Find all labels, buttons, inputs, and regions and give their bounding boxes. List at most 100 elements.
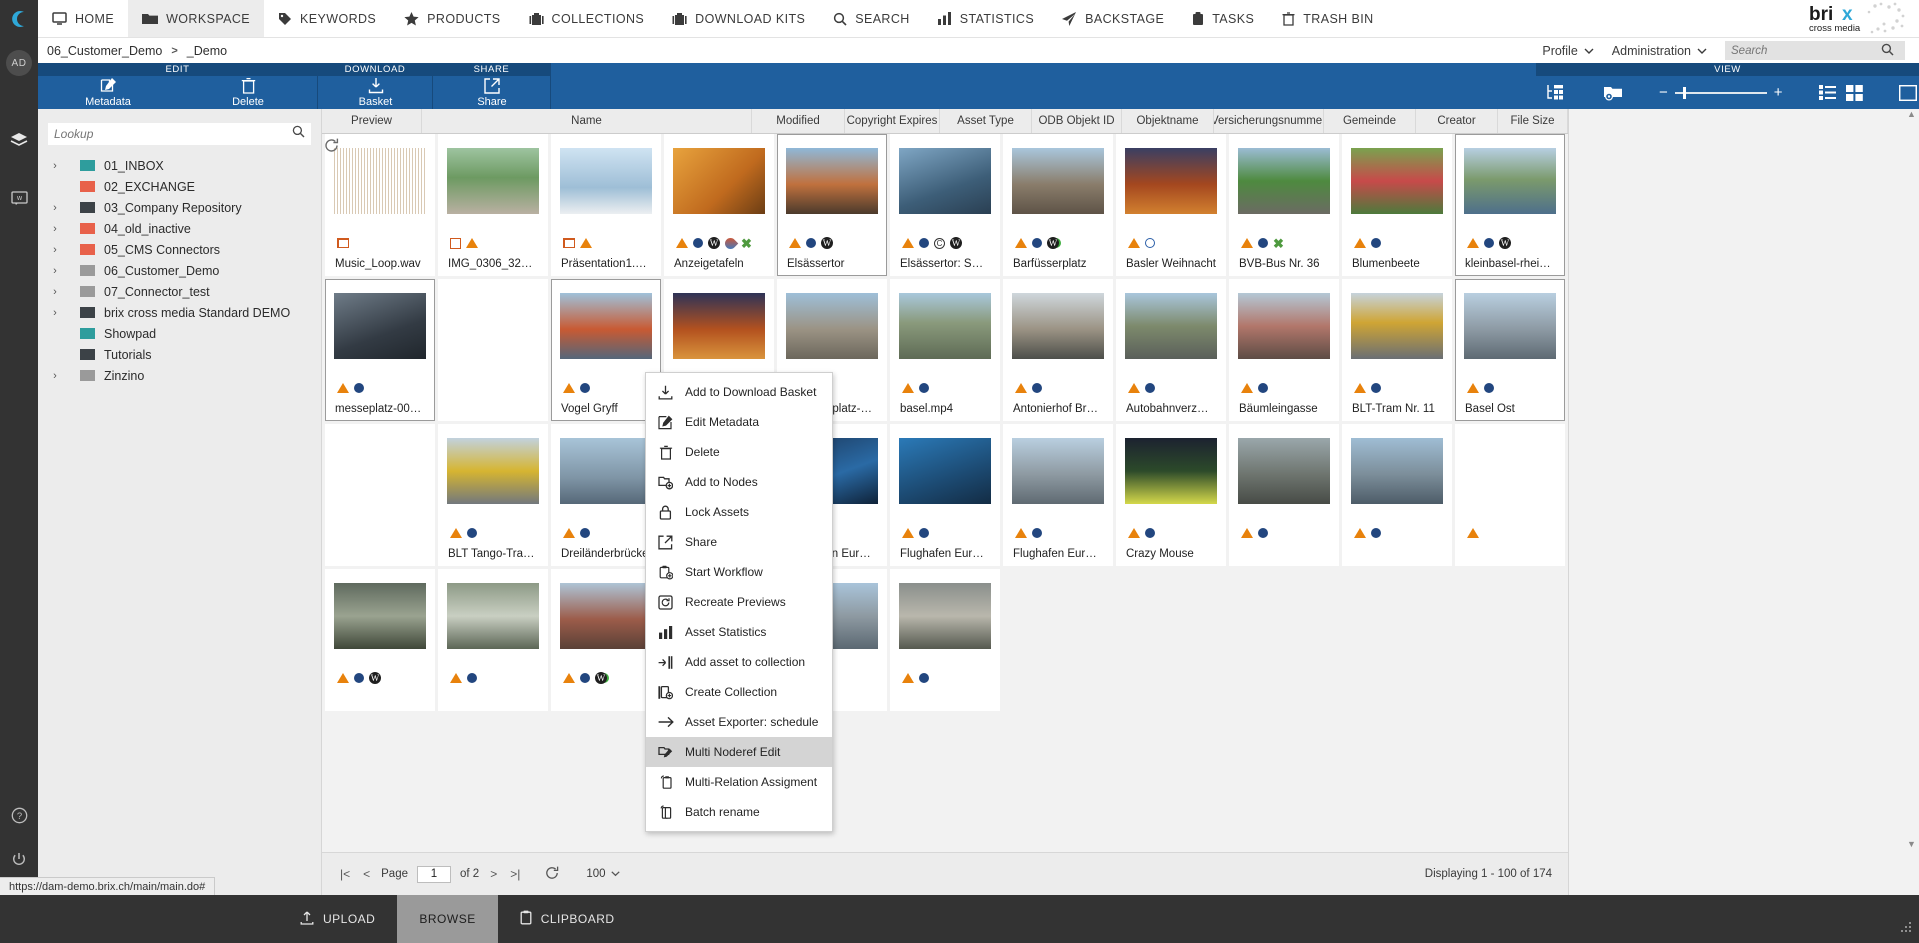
page-input[interactable] <box>417 865 451 883</box>
asset-thumbnail[interactable] <box>334 583 426 649</box>
zoom-out-button[interactable]: − <box>1659 84 1668 101</box>
asset-grid-scroll[interactable]: Music_Loop.wav IMG_0306_3226.JPG Präsentat… <box>322 134 1568 852</box>
browse-button[interactable]: BROWSE <box>397 895 498 943</box>
asset-cell[interactable]: Flughafen Euroairp... <box>1003 424 1113 566</box>
clipboard-button[interactable]: CLIPBOARD <box>498 895 637 943</box>
upload-button[interactable]: UPLOAD <box>0 895 397 943</box>
context-menu-item[interactable]: Add to Download Basket <box>646 377 832 407</box>
asset-thumbnail[interactable] <box>447 438 539 504</box>
asset-thumbnail[interactable] <box>1464 148 1556 214</box>
asset-cell[interactable]: Basler Weihnacht <box>1116 134 1226 276</box>
tree-node[interactable]: › 07_Connector_test <box>38 281 321 302</box>
asset-cell[interactable] <box>438 279 548 421</box>
asset-thumbnail[interactable] <box>334 148 426 214</box>
asset-thumbnail[interactable] <box>899 438 991 504</box>
nav-item-search[interactable]: SEARCH <box>819 0 924 37</box>
breadcrumb-current[interactable]: _Demo <box>187 44 227 58</box>
last-page-button[interactable]: >| <box>508 867 522 881</box>
basket-button[interactable]: Basket <box>318 77 433 108</box>
column-header[interactable]: Gemeinde <box>1324 109 1416 133</box>
asset-cell[interactable]: Antonierhof Brunnen <box>1003 279 1113 421</box>
asset-cell[interactable]: Flughafen Euroairp... <box>890 424 1000 566</box>
context-menu-item[interactable]: Lock Assets <box>646 497 832 527</box>
search-icon[interactable] <box>292 125 305 143</box>
asset-thumbnail[interactable] <box>1012 293 1104 359</box>
resize-grip-icon[interactable] <box>1899 920 1919 943</box>
nav-item-workspace[interactable]: WORKSPACE <box>128 0 265 37</box>
asset-thumbnail[interactable] <box>1238 438 1330 504</box>
asset-cell[interactable]: CW Elsässertor: SBB Ca... <box>890 134 1000 276</box>
chevron-right-icon[interactable]: › <box>50 265 60 277</box>
asset-cell[interactable]: BLT Tango-Tram Nr... <box>438 424 548 566</box>
delete-button[interactable]: Delete <box>178 77 318 108</box>
tree-node[interactable]: › 05_CMS Connectors <box>38 239 321 260</box>
column-header[interactable]: Name <box>422 109 752 133</box>
tree-node[interactable]: 02_EXCHANGE <box>38 176 321 197</box>
zoom-track[interactable] <box>1674 86 1767 99</box>
asset-thumbnail[interactable] <box>560 293 652 359</box>
chevron-right-icon[interactable]: › <box>50 160 60 172</box>
column-header[interactable]: File Size <box>1498 109 1568 133</box>
asset-cell[interactable]: W <box>325 569 435 711</box>
column-header[interactable]: Copyright Expires <box>845 109 940 133</box>
asset-thumbnail[interactable] <box>1125 438 1217 504</box>
asset-cell[interactable]: BLT-Tram Nr. 11 <box>1342 279 1452 421</box>
asset-thumbnail[interactable] <box>447 583 539 649</box>
chevron-right-icon[interactable]: › <box>50 370 60 382</box>
search-input[interactable] <box>1731 44 1881 57</box>
tree-node[interactable]: › 01_INBOX <box>38 155 321 176</box>
prev-page-button[interactable]: < <box>361 867 372 881</box>
asset-thumbnail[interactable] <box>334 438 426 504</box>
column-header[interactable]: Objektname <box>1122 109 1214 133</box>
asset-cell[interactable]: Autobahnverzweig... <box>1116 279 1226 421</box>
asset-thumbnail[interactable] <box>1012 148 1104 214</box>
lookup-field[interactable] <box>48 123 311 145</box>
help-icon[interactable]: ? <box>0 793 38 837</box>
asset-cell[interactable]: Präsentation1.pptx <box>551 134 661 276</box>
asset-cell[interactable] <box>890 569 1000 711</box>
scroll-up-arrow-icon[interactable]: ▲ <box>1907 109 1916 119</box>
column-header[interactable]: Creator <box>1416 109 1498 133</box>
next-page-button[interactable]: > <box>488 867 499 881</box>
context-menu-item[interactable]: Delete <box>646 437 832 467</box>
context-menu-item[interactable]: Add asset to collection <box>646 647 832 677</box>
asset-thumbnail[interactable] <box>334 293 426 359</box>
context-menu-item[interactable]: Add to Nodes <box>646 467 832 497</box>
asset-thumbnail[interactable] <box>1464 438 1556 504</box>
grid-view-icon[interactable] <box>1845 84 1863 101</box>
column-header[interactable]: Modified <box>752 109 845 133</box>
asset-thumbnail[interactable] <box>1351 148 1443 214</box>
search-icon[interactable] <box>1881 43 1894 59</box>
asset-thumbnail[interactable] <box>1238 293 1330 359</box>
asset-thumbnail[interactable] <box>899 148 991 214</box>
asset-cell[interactable]: W Elsässertor <box>777 134 887 276</box>
asset-thumbnail[interactable] <box>786 293 878 359</box>
zoom-slider[interactable]: − + <box>1659 84 1783 101</box>
tree-node[interactable]: Showpad <box>38 323 321 344</box>
first-page-button[interactable]: |< <box>338 867 352 881</box>
asset-thumbnail[interactable] <box>673 293 765 359</box>
tree-node[interactable]: › 04_old_inactive <box>38 218 321 239</box>
asset-cell[interactable]: Crazy Mouse <box>1116 424 1226 566</box>
watermark-icon[interactable]: w <box>0 176 38 220</box>
chevron-right-icon[interactable]: › <box>50 307 60 319</box>
asset-cell[interactable]: Wkleinbasel-rhein-we... <box>1455 134 1565 276</box>
nav-item-trash-bin[interactable]: TRASH BIN <box>1268 0 1387 37</box>
asset-thumbnail[interactable] <box>560 583 652 649</box>
column-header[interactable]: Versicherungsnummer <box>1214 109 1324 133</box>
chevron-right-icon[interactable]: › <box>50 286 60 298</box>
tree-node[interactable]: › Zinzino <box>38 365 321 386</box>
asset-thumbnail[interactable] <box>560 148 652 214</box>
tree-node[interactable]: › 06_Customer_Demo <box>38 260 321 281</box>
asset-cell[interactable]: messeplatz-003.jpg <box>325 279 435 421</box>
asset-thumbnail[interactable] <box>447 293 539 359</box>
asset-cell[interactable]: Music_Loop.wav <box>325 134 435 276</box>
per-page-select[interactable]: 100 <box>586 868 620 880</box>
context-menu-item[interactable]: Asset Exporter: schedule <box>646 707 832 737</box>
asset-thumbnail[interactable] <box>673 148 765 214</box>
chevron-right-icon[interactable]: › <box>50 202 60 214</box>
context-menu-item[interactable]: Multi-Relation Assigment <box>646 767 832 797</box>
asset-cell[interactable]: Blumenbeete <box>1342 134 1452 276</box>
zoom-in-button[interactable]: + <box>1774 84 1783 101</box>
asset-cell[interactable]: IMG_0306_3226.JPG <box>438 134 548 276</box>
